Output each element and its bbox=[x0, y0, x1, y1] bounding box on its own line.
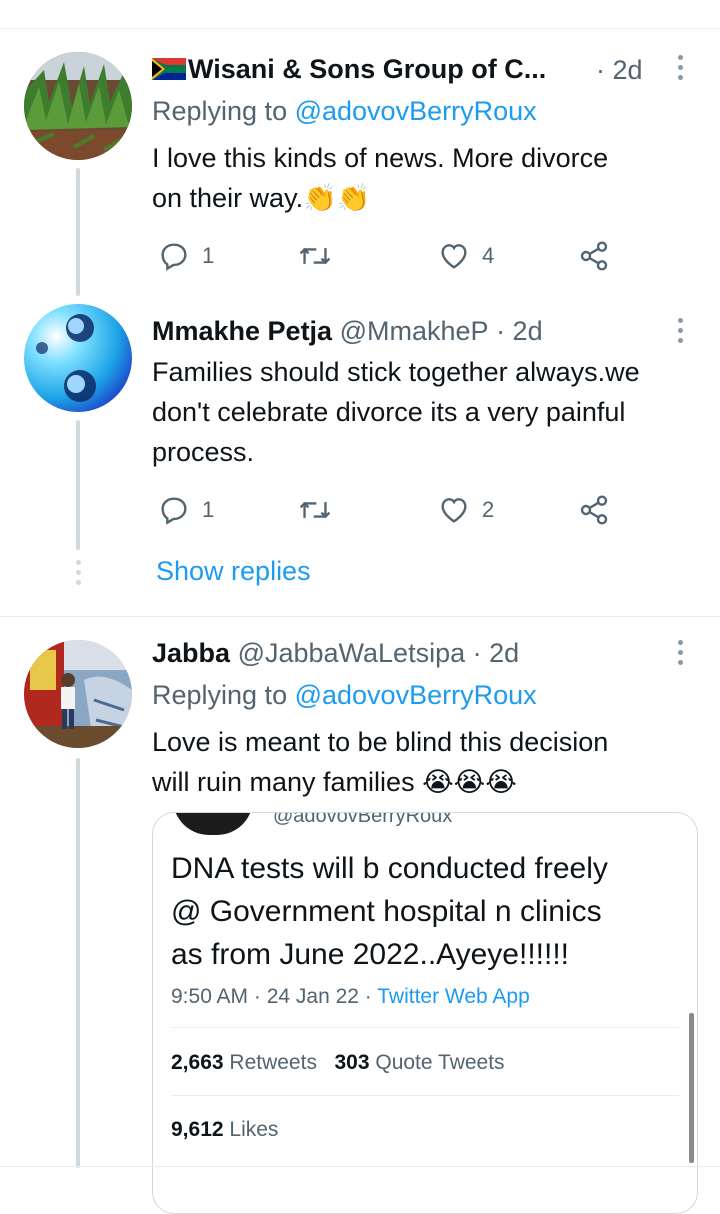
show-replies-link[interactable]: Show replies bbox=[156, 556, 311, 587]
reply-button[interactable]: 1 bbox=[158, 240, 214, 272]
avatar[interactable] bbox=[24, 640, 132, 748]
tweet-time[interactable]: · 2d bbox=[496, 316, 543, 346]
author-name[interactable]: Mmakhe Petja @MmakheP · 2d bbox=[152, 316, 543, 347]
thread-line bbox=[76, 168, 80, 296]
tweet-time[interactable]: · 2d bbox=[596, 55, 643, 86]
clapping-hands-emoji: 👏👏 bbox=[303, 183, 371, 213]
scrollbar[interactable] bbox=[689, 1013, 694, 1163]
author-name[interactable]: Jabba @JabbaWaLetsipa · 2d bbox=[152, 638, 519, 669]
author-handle: @MmakheP bbox=[339, 316, 489, 346]
mention-link[interactable]: @adovovBerryRoux bbox=[295, 96, 537, 126]
thread-line bbox=[76, 758, 80, 1168]
share-icon bbox=[580, 241, 608, 271]
tweet-text: I love this kinds of news. More divorce … bbox=[152, 143, 609, 213]
share-button[interactable] bbox=[578, 494, 610, 526]
tweet-text: Families should stick together always.we… bbox=[152, 357, 640, 467]
divider bbox=[0, 28, 720, 29]
more-options-icon[interactable] bbox=[678, 318, 684, 348]
replying-to: Replying to @adovovBerryRoux bbox=[152, 680, 537, 710]
thread-line bbox=[76, 420, 80, 550]
more-options-icon[interactable] bbox=[678, 55, 684, 85]
south-africa-flag-icon bbox=[152, 56, 186, 80]
divider bbox=[0, 1166, 720, 1167]
retweet-icon bbox=[299, 501, 331, 519]
like-button[interactable]: 4 bbox=[438, 240, 494, 272]
source-app-link[interactable]: Twitter Web App bbox=[377, 985, 530, 1008]
heart-icon bbox=[441, 498, 467, 523]
author-handle: @JabbaWaLetsipa bbox=[237, 638, 466, 668]
divider bbox=[171, 1027, 679, 1028]
reply-icon bbox=[161, 243, 187, 271]
quoted-tweet-text: DNA tests will b conducted freely @ Gove… bbox=[171, 852, 608, 971]
crying-face-emoji: 😭😭😭 bbox=[422, 767, 517, 797]
divider bbox=[171, 1095, 679, 1096]
share-button[interactable] bbox=[578, 240, 610, 272]
quoted-meta: 9:50 AM · 24 Jan 22 · Twitter Web App bbox=[171, 985, 530, 1008]
avatar[interactable] bbox=[24, 304, 132, 412]
tweet-text: Love is meant to be blind this decision … bbox=[152, 727, 609, 797]
author-name[interactable]: Wisani & Sons Group of C... bbox=[152, 54, 546, 85]
quoted-handle: @adovovBerryRoux bbox=[273, 812, 453, 827]
tweet-time[interactable]: · 2d bbox=[473, 638, 520, 668]
avatar[interactable] bbox=[24, 52, 132, 160]
quoted-avatar bbox=[173, 813, 253, 835]
heart-icon bbox=[441, 244, 467, 269]
divider bbox=[0, 616, 720, 617]
more-options-icon[interactable] bbox=[678, 640, 684, 670]
reply-button[interactable]: 1 bbox=[158, 494, 214, 526]
retweet-button[interactable] bbox=[298, 494, 332, 526]
thread-ellipsis-icon bbox=[76, 560, 81, 590]
retweet-icon bbox=[299, 247, 331, 265]
like-button[interactable]: 2 bbox=[438, 494, 494, 526]
replying-to: Replying to @adovovBerryRoux bbox=[152, 96, 537, 126]
quoted-stats: 2,663 Retweets 303 Quote Tweets bbox=[171, 1051, 505, 1074]
embedded-image[interactable]: @adovovBerryRoux DNA tests will b conduc… bbox=[152, 812, 698, 1214]
retweet-button[interactable] bbox=[298, 240, 332, 272]
share-icon bbox=[580, 495, 608, 525]
mention-link[interactable]: @adovovBerryRoux bbox=[295, 680, 537, 710]
quoted-likes: 9,612 Likes bbox=[171, 1118, 279, 1141]
reply-icon bbox=[161, 497, 187, 525]
